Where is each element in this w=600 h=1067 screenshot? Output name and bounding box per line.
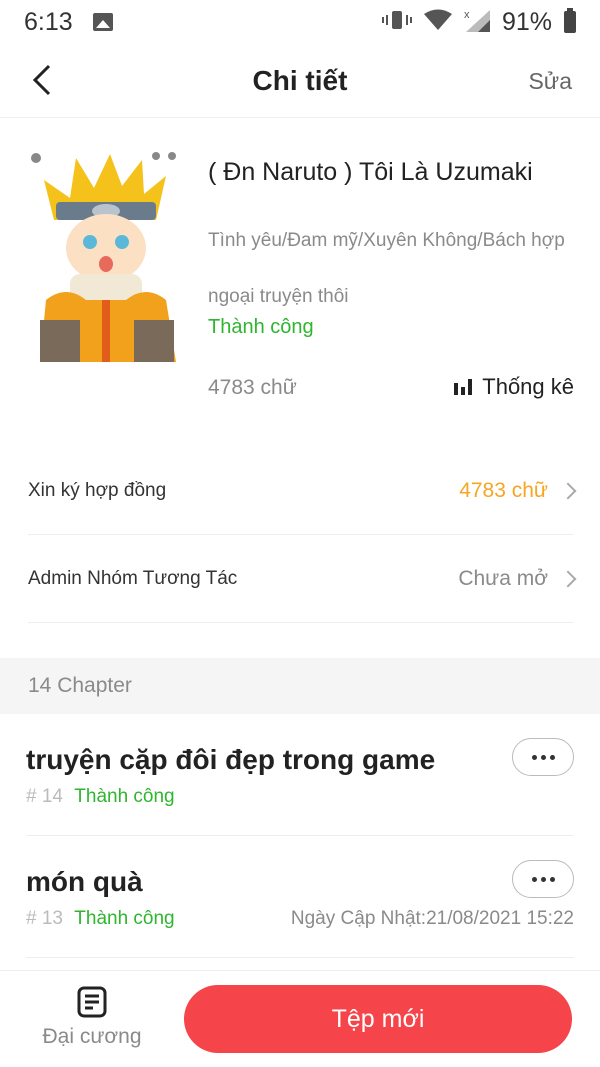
chapter-meta: # 14 Thành công	[26, 786, 175, 808]
chapter-number: # 14	[26, 786, 63, 807]
status-time: 6:13	[24, 7, 73, 36]
header: Chi tiết Sửa	[0, 44, 600, 118]
admin-group-value: Chưa mở	[458, 566, 548, 590]
book-description: ngoại truyện thôi	[208, 286, 349, 307]
chapter-number: # 13	[26, 908, 63, 929]
admin-group-label: Admin Nhóm Tương Tác	[28, 567, 238, 589]
outline-label: Đại cương	[42, 1025, 142, 1048]
vibrate-icon	[381, 9, 412, 36]
battery-icon	[564, 8, 576, 33]
back-button[interactable]	[22, 60, 62, 100]
chevron-right-icon	[559, 482, 577, 499]
stats-label: Thống kê	[482, 374, 574, 399]
chapters-header: 14 Chapter	[0, 658, 600, 714]
image-notification-icon	[92, 13, 113, 31]
chevron-right-icon	[559, 570, 577, 587]
contract-row[interactable]: Xin ký hợp đồng 4783 chữ	[28, 447, 577, 535]
contract-value: 4783 chữ	[459, 478, 548, 502]
wifi-icon	[423, 9, 452, 36]
chapter-item[interactable]: món quà # 13 Thành công Ngày Cập Nhật:21…	[26, 836, 574, 958]
book-word-count: 4783 chữ	[208, 376, 297, 399]
more-options-button[interactable]	[512, 738, 574, 776]
svg-text:x: x	[464, 9, 470, 21]
notes-icon	[77, 986, 107, 1018]
edit-button[interactable]: Sửa	[528, 68, 572, 95]
bottom-bar: Đại cương Tệp mới	[0, 970, 600, 1067]
book-info: ( Đn Naruto ) Tôi Là Uzumaki Tình yêu/Đa…	[0, 140, 600, 440]
chapter-item[interactable]: truyện cặp đôi đẹp trong game # 14 Thành…	[26, 714, 574, 836]
bar-chart-icon	[454, 379, 473, 395]
chapter-status: Thành công	[74, 786, 175, 807]
more-options-button[interactable]	[512, 860, 574, 898]
more-icon	[531, 876, 537, 882]
status-bar: 6:13 x 91%	[0, 0, 600, 44]
chapter-title: món quà	[26, 866, 143, 897]
more-icon	[531, 754, 537, 760]
signal-icon: x	[464, 8, 490, 37]
book-genres: Tình yêu/Đam mỹ/Xuyên Không/Bách hợp	[208, 230, 565, 251]
book-cover[interactable]	[26, 150, 182, 362]
battery-percent: 91%	[501, 7, 552, 36]
book-title: ( Đn Naruto ) Tôi Là Uzumaki	[208, 158, 533, 186]
status-icons: x 91%	[381, 7, 576, 37]
admin-group-row[interactable]: Admin Nhóm Tương Tác Chưa mở	[28, 535, 577, 623]
chapter-title: truyện cặp đôi đẹp trong game	[26, 744, 436, 775]
book-status: Thành công	[208, 316, 314, 338]
contract-label: Xin ký hợp đồng	[28, 479, 167, 501]
chapter-updated: Ngày Cập Nhật:21/08/2021 15:22	[290, 908, 574, 929]
stats-button[interactable]: Thống kê	[454, 374, 574, 400]
chapter-meta: # 13 Thành công	[26, 908, 175, 930]
chapter-status: Thành công	[74, 908, 175, 929]
chevron-left-icon	[32, 64, 51, 96]
new-file-button[interactable]: Tệp mới	[184, 985, 572, 1053]
page-title: Chi tiết	[252, 64, 348, 96]
outline-button[interactable]: Đại cương	[34, 985, 150, 1049]
